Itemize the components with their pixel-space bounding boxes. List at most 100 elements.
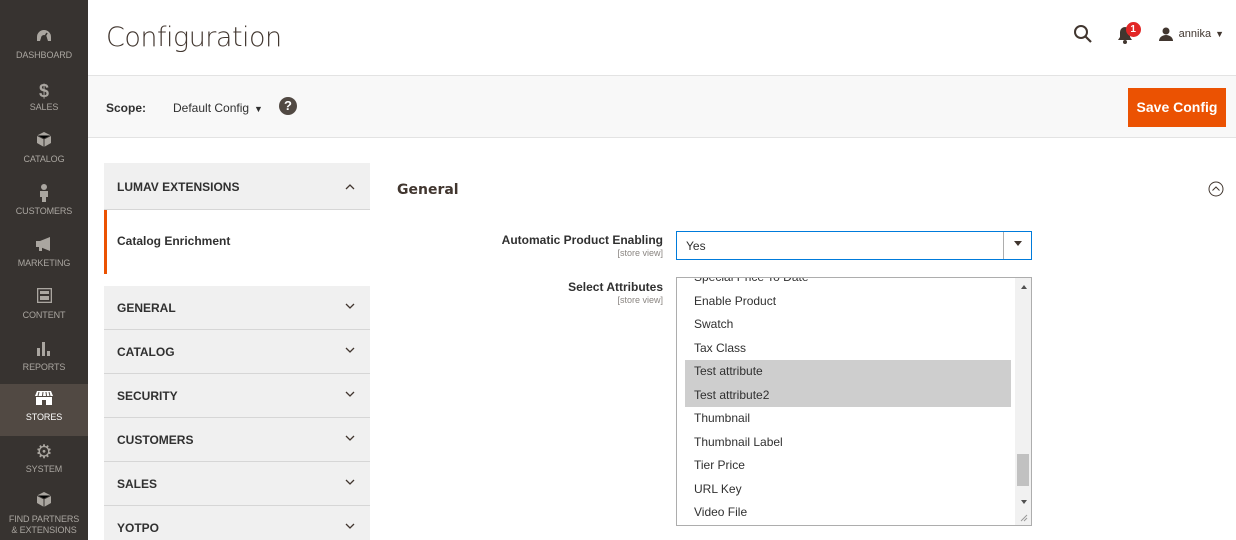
field-scope: [store view] — [617, 295, 663, 305]
config-navigation: LUMAV EXTENSIONS Catalog Enrichment GENE… — [104, 163, 370, 540]
field-label-text: Automatic Product Enabling — [501, 233, 663, 247]
gear-icon: ⚙ — [35, 442, 53, 463]
page-title: Configuration — [106, 22, 282, 53]
notifications-badge: 1 — [1125, 22, 1141, 37]
sidebar-label: DASHBOARD — [15, 50, 73, 60]
nav-item-label: Catalog Enrichment — [117, 234, 231, 248]
select-toggle[interactable] — [1003, 232, 1031, 259]
field-label-text: Select Attributes — [568, 280, 663, 294]
store-icon — [0, 390, 88, 412]
user-menu[interactable]: annika ▼ — [1158, 27, 1224, 41]
resize-handle-icon[interactable] — [1020, 514, 1028, 522]
section-title: CATALOG — [117, 345, 175, 359]
bar-chart-icon — [0, 340, 88, 362]
scope-value: Default Config — [173, 101, 250, 115]
section-lumav-extensions[interactable]: LUMAV EXTENSIONS — [104, 163, 370, 210]
dollar-icon: $ — [38, 81, 49, 101]
sidebar-label: SYSTEM — [25, 464, 63, 474]
section-title: LUMAV EXTENSIONS — [117, 180, 240, 194]
option-item[interactable]: Thumbnail Label — [685, 431, 1011, 455]
section-sales[interactable]: SALES — [104, 462, 370, 506]
automatic-enabling-label: Automatic Product Enabling [store view] — [502, 233, 663, 258]
automatic-enabling-select[interactable]: Yes — [676, 231, 1032, 260]
nav-item-catalog-enrichment[interactable]: Catalog Enrichment — [104, 210, 370, 274]
chevron-down-icon — [1014, 241, 1022, 246]
chevron-down-icon — [345, 391, 355, 397]
chevron-down-icon — [345, 435, 355, 441]
option-item-selected[interactable]: Test attribute — [685, 360, 1011, 384]
select-attributes-multiselect[interactable]: Special Price To Date Enable Product Swa… — [676, 277, 1032, 526]
sidebar-item-sales[interactable]: $ SALES — [0, 74, 88, 126]
extensions-icon — [0, 492, 88, 514]
section-customers[interactable]: CUSTOMERS — [104, 418, 370, 462]
option-item[interactable]: Swatch — [685, 313, 1011, 337]
megaphone-icon — [0, 236, 88, 258]
option-item[interactable]: Special Price To Date — [685, 278, 1011, 290]
section-title: GENERAL — [117, 301, 176, 315]
select-attributes-label: Select Attributes [store view] — [568, 280, 663, 305]
sidebar-label: STORES — [25, 412, 63, 422]
sidebar-label: REPORTS — [22, 362, 66, 372]
scrollbar-thumb[interactable] — [1017, 454, 1029, 486]
sidebar-label: MARKETING — [17, 258, 71, 268]
collapse-circle-icon[interactable] — [1208, 181, 1224, 197]
section-catalog[interactable]: CATALOG — [104, 330, 370, 374]
fieldset-title[interactable]: General — [397, 182, 459, 198]
sidebar-label: SALES — [29, 102, 59, 112]
option-item[interactable]: Tier Price — [685, 454, 1011, 478]
scroll-down-arrow-icon[interactable] — [1021, 500, 1027, 504]
sidebar-label: CONTENT — [22, 310, 66, 320]
layout-icon — [0, 287, 88, 310]
notifications-button[interactable]: 1 — [1117, 22, 1141, 44]
sidebar-item-content[interactable]: CONTENT — [0, 282, 88, 334]
help-icon[interactable]: ? — [279, 97, 297, 115]
scroll-up-arrow-icon[interactable] — [1021, 285, 1027, 289]
person-icon — [0, 184, 88, 206]
sidebar-item-customers[interactable]: CUSTOMERS — [0, 178, 88, 230]
scrollbar[interactable] — [1015, 278, 1031, 525]
chevron-down-icon: ▼ — [1215, 29, 1224, 39]
section-title: CUSTOMERS — [117, 433, 194, 447]
section-title: SALES — [117, 477, 158, 491]
sidebar-item-catalog[interactable]: CATALOG — [0, 126, 88, 178]
scope-bar: Scope: Default Config ▼ ? Save Config — [88, 75, 1236, 138]
scope-label: Scope: — [106, 101, 147, 115]
header-actions: 1 annika ▼ — [1073, 22, 1224, 46]
option-item[interactable]: URL Key — [685, 478, 1011, 502]
option-item[interactable]: Enable Product — [685, 290, 1011, 314]
username: annika — [1178, 28, 1212, 40]
chevron-down-icon — [345, 347, 355, 353]
chevron-down-icon — [345, 523, 355, 529]
save-config-button[interactable]: Save Config — [1128, 88, 1226, 127]
sidebar-item-stores[interactable]: STORES — [0, 384, 88, 436]
field-scope: [store view] — [617, 248, 663, 258]
user-icon — [1158, 27, 1173, 41]
sidebar-label: FIND PARTNERS — [8, 514, 80, 524]
search-icon[interactable] — [1073, 24, 1093, 44]
sidebar-item-reports[interactable]: REPORTS — [0, 334, 88, 386]
sidebar-label: CATALOG — [23, 154, 65, 164]
section-title: YOTPO — [117, 521, 160, 535]
section-yotpo[interactable]: YOTPO — [104, 506, 370, 540]
section-title: SECURITY — [117, 389, 178, 403]
select-value: Yes — [686, 239, 706, 253]
chevron-down-icon — [345, 479, 355, 485]
option-list: Special Price To Date Enable Product Swa… — [685, 278, 1011, 525]
sidebar-label: CUSTOMERS — [15, 206, 73, 216]
section-security[interactable]: SECURITY — [104, 374, 370, 418]
option-item-selected[interactable]: Test attribute2 — [685, 383, 1011, 407]
option-item[interactable]: Video File — [685, 501, 1011, 525]
option-item[interactable]: Thumbnail — [685, 407, 1011, 431]
sidebar-item-marketing[interactable]: MARKETING — [0, 230, 88, 282]
option-item[interactable]: Tax Class — [685, 337, 1011, 361]
scope-switcher[interactable]: Default Config ▼ — [173, 101, 263, 115]
box-icon — [0, 132, 88, 154]
chevron-down-icon — [345, 303, 355, 309]
admin-sidebar: DASHBOARD $ SALES CATALOG CUSTOMERS MARK… — [0, 0, 88, 540]
sidebar-item-find-partners[interactable]: FIND PARTNERS & EXTENSIONS — [0, 486, 88, 540]
section-general[interactable]: GENERAL — [104, 286, 370, 330]
dashboard-icon — [0, 28, 88, 50]
sidebar-item-system[interactable]: ⚙ SYSTEM — [0, 436, 88, 488]
sidebar-item-dashboard[interactable]: DASHBOARD — [0, 0, 88, 70]
chevron-up-icon — [345, 184, 355, 190]
